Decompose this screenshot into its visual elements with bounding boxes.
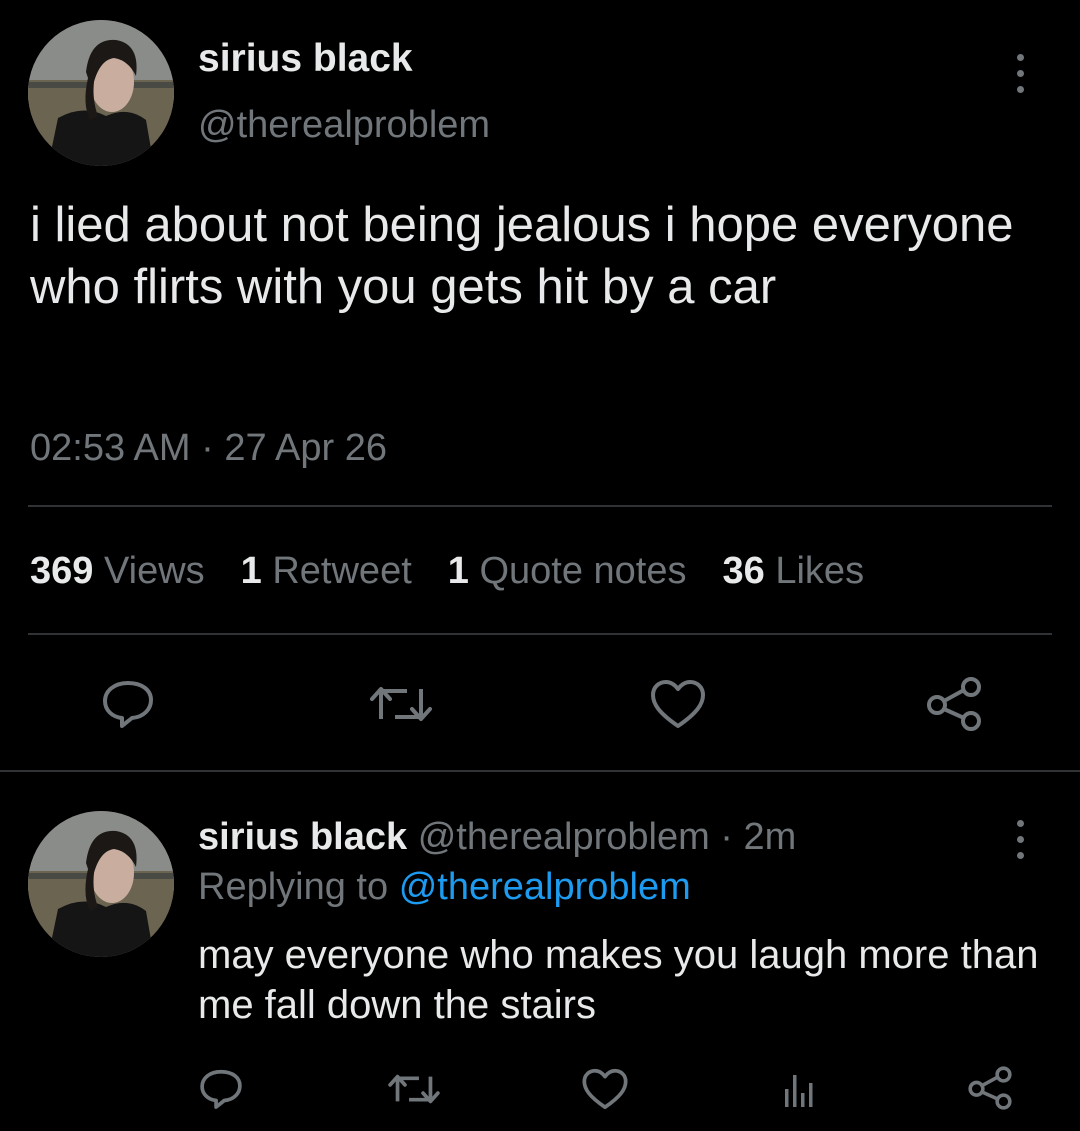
heart-icon — [651, 680, 705, 728]
reply-like-button[interactable] — [578, 1062, 632, 1116]
retweet-button[interactable] — [366, 672, 436, 736]
likes-label: Likes — [775, 550, 865, 592]
display-name[interactable]: sirius black — [198, 36, 413, 82]
share-button[interactable] — [922, 672, 986, 736]
analytics-icon — [785, 1075, 813, 1107]
tweet-timestamp[interactable]: 02:53 AM · 27 Apr 26 — [30, 426, 387, 470]
avatar[interactable] — [28, 20, 174, 166]
quotes-stat[interactable]: 1 Quote notes — [448, 548, 687, 594]
reply-display-name[interactable]: sirius black — [198, 816, 407, 858]
likes-stat[interactable]: 36 Likes — [723, 548, 865, 594]
views-stat[interactable]: 369 Views — [30, 548, 205, 594]
user-handle[interactable]: @therealproblem — [198, 102, 490, 148]
quotes-label: Quote notes — [479, 550, 687, 592]
like-button[interactable] — [646, 672, 710, 736]
divider — [28, 505, 1052, 507]
reply-share-button[interactable] — [962, 1060, 1018, 1116]
replying-to: Replying to @therealproblem — [198, 864, 691, 910]
divider — [28, 633, 1052, 635]
reply-retweet-button[interactable] — [384, 1062, 444, 1116]
more-options-icon[interactable] — [1012, 54, 1028, 93]
retweet-icon — [388, 1074, 440, 1104]
retweets-count: 1 — [240, 550, 262, 592]
heart-icon — [582, 1068, 628, 1110]
retweets-label: Retweet — [272, 550, 412, 592]
replying-prefix: Replying to — [198, 866, 389, 908]
divider — [0, 770, 1080, 772]
quotes-count: 1 — [447, 550, 469, 592]
reply-text: may everyone who makes you laugh more th… — [198, 933, 1039, 1027]
reply-avatar[interactable] — [28, 811, 174, 957]
reply-handle-time[interactable]: @therealproblem · 2m — [418, 816, 797, 858]
reply-analytics-button[interactable] — [772, 1062, 826, 1116]
likes-count: 36 — [722, 550, 765, 592]
replying-handle-link[interactable]: @therealproblem — [399, 866, 691, 908]
reply-icon — [200, 1069, 242, 1109]
retweets-stat[interactable]: 1 Retweet — [241, 548, 412, 594]
reply-more-options-icon[interactable] — [1012, 820, 1028, 859]
views-label: Views — [103, 550, 205, 592]
reply-reply-button[interactable] — [194, 1062, 248, 1116]
tweet-text: i lied about not being jealous i hope ev… — [30, 198, 1014, 314]
share-icon — [927, 677, 981, 731]
share-icon — [968, 1066, 1012, 1110]
retweet-icon — [370, 687, 432, 721]
tweet-stats: 369 Views 1 Retweet 1 Quote notes 36 Lik… — [30, 548, 864, 594]
reply-header: sirius black @therealproblem · 2m — [198, 814, 796, 860]
reply-icon — [103, 681, 153, 728]
reply-button[interactable] — [96, 672, 160, 736]
views-count: 369 — [30, 550, 94, 592]
